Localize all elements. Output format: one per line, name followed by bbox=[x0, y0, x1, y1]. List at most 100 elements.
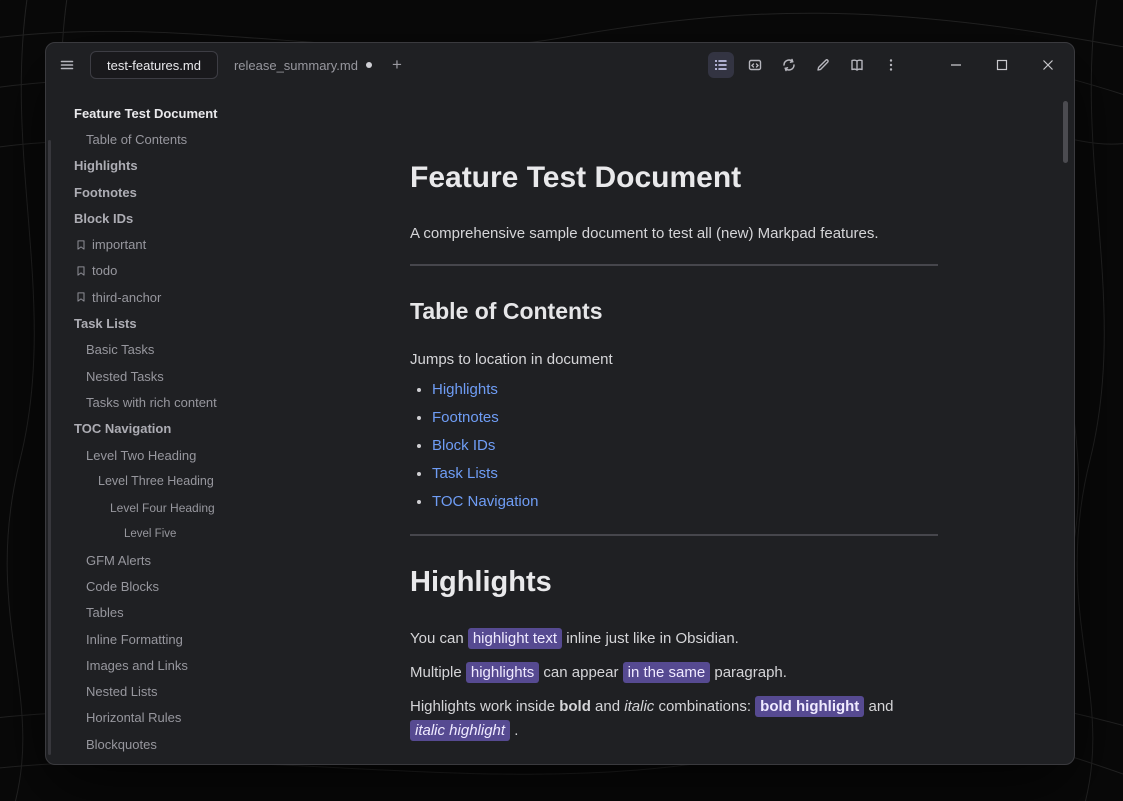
toc-heading: Table of Contents bbox=[410, 298, 938, 325]
toolbar bbox=[708, 52, 904, 78]
toc-link[interactable]: Task Lists bbox=[432, 465, 498, 482]
outline-item[interactable]: Basic Tasks bbox=[72, 337, 376, 363]
maximize-button[interactable] bbox=[986, 51, 1018, 79]
outline-item[interactable]: todo bbox=[72, 258, 376, 284]
outline-item[interactable]: third-anchor bbox=[72, 284, 376, 310]
edit-pen-icon[interactable] bbox=[810, 52, 836, 78]
outline-item[interactable]: Tasks with rich content bbox=[72, 389, 376, 415]
toc-link[interactable]: Footnotes bbox=[432, 409, 499, 426]
bookmark-icon bbox=[75, 239, 87, 251]
text-span: and bbox=[591, 698, 624, 715]
more-menu-icon[interactable] bbox=[878, 52, 904, 78]
code-block-icon[interactable] bbox=[742, 52, 768, 78]
toc-list: Highlights Footnotes Block IDs Task Lists TO… bbox=[410, 380, 938, 512]
outline-item[interactable]: Tables bbox=[72, 600, 376, 626]
sidebar-scrollbar[interactable] bbox=[48, 140, 51, 755]
titlebar: test-features.md release_summary.md + bbox=[46, 43, 1074, 87]
outline-item[interactable]: Feature Test Document bbox=[72, 100, 376, 126]
outline-item[interactable]: GFM Alerts bbox=[72, 547, 376, 573]
outline-item-label: Blockquotes bbox=[86, 737, 157, 752]
window-controls bbox=[926, 51, 1064, 79]
intro-paragraph: A comprehensive sample document to test … bbox=[410, 225, 938, 242]
outline-item[interactable]: important bbox=[72, 231, 376, 257]
menu-hamburger-icon[interactable] bbox=[54, 52, 80, 78]
highlight-span: bold highlight bbox=[755, 696, 864, 717]
outline-item[interactable]: Block IDs bbox=[72, 205, 376, 231]
outline-item-label: Nested Tasks bbox=[86, 369, 164, 384]
outline-item-label: Level Two Heading bbox=[86, 448, 196, 463]
outline-item-label: Nested Lists bbox=[86, 684, 158, 699]
highlight-span: in the same bbox=[623, 662, 711, 683]
outline-item[interactable]: Level Five bbox=[72, 521, 376, 547]
outline-item[interactable]: Nested Tasks bbox=[72, 363, 376, 389]
bookmark-icon bbox=[75, 265, 87, 277]
outline-item-label: Tasks with rich content bbox=[86, 395, 217, 410]
outline-item-label: TOC Navigation bbox=[74, 421, 171, 436]
outline-item[interactable]: TOC Navigation bbox=[72, 416, 376, 442]
text-span: Multiple bbox=[410, 664, 466, 681]
highlight-paragraphs: You can highlight text inline just like … bbox=[410, 627, 938, 743]
outline-item[interactable]: Code Blocks bbox=[72, 573, 376, 599]
outline-item-label: Horizontal Rules bbox=[86, 710, 181, 725]
toc-link[interactable]: Block IDs bbox=[432, 437, 495, 454]
outline-item-label: Tables bbox=[86, 605, 124, 620]
text-span: can appear bbox=[539, 664, 622, 681]
close-button[interactable] bbox=[1032, 51, 1064, 79]
tab-label: test-features.md bbox=[107, 58, 201, 73]
highlight-span: highlights bbox=[466, 662, 539, 683]
new-tab-button[interactable]: + bbox=[384, 52, 410, 78]
editor-scrollbar[interactable] bbox=[1063, 101, 1068, 163]
app-window: test-features.md release_summary.md + bbox=[45, 42, 1075, 765]
paragraph: You can highlight text inline just like … bbox=[410, 627, 938, 651]
toc-list-item: Task Lists bbox=[432, 464, 938, 484]
text-span: Highlights work inside bbox=[410, 698, 559, 715]
outline-item[interactable]: Level Three Heading bbox=[72, 468, 376, 494]
text-span: inline just like in Obsidian. bbox=[562, 630, 739, 647]
toc-link[interactable]: TOC Navigation bbox=[432, 493, 538, 510]
outline-item-label: Level Three Heading bbox=[98, 474, 214, 488]
highlight-span: highlight text bbox=[468, 628, 562, 649]
outline-item-label: Task Lists bbox=[74, 316, 137, 331]
outline-item[interactable]: Level Two Heading bbox=[72, 442, 376, 468]
tab-active[interactable]: test-features.md bbox=[90, 51, 218, 79]
outline-item-label: Inline Formatting bbox=[86, 632, 183, 647]
outline-panel-icon[interactable] bbox=[708, 52, 734, 78]
outline-item[interactable]: Horizontal Rules bbox=[72, 705, 376, 731]
outline-item[interactable]: Inline Formatting bbox=[72, 626, 376, 652]
toc-link[interactable]: Highlights bbox=[432, 381, 498, 398]
editor-pane[interactable]: Feature Test Document A comprehensive sa… bbox=[376, 87, 1074, 764]
outline-item[interactable]: Blockquotes bbox=[72, 731, 376, 757]
desktop: { "colors": { "window_bg": "#1f2023", "h… bbox=[0, 0, 1123, 801]
outline-item[interactable]: Level Four Heading bbox=[72, 494, 376, 520]
paragraph: Highlights work inside bold and italic c… bbox=[410, 695, 938, 743]
outline-item-label: third-anchor bbox=[92, 290, 161, 305]
text-span: italic bbox=[624, 698, 654, 715]
outline-item[interactable]: Table of Contents bbox=[72, 126, 376, 152]
highlights-heading: Highlights bbox=[410, 566, 938, 599]
outline-item-label: todo bbox=[92, 263, 117, 278]
sync-icon[interactable] bbox=[776, 52, 802, 78]
outline-item-label: Highlights bbox=[74, 158, 138, 173]
text-span: bold bbox=[559, 698, 591, 715]
document: Feature Test Document A comprehensive sa… bbox=[376, 87, 938, 743]
outline-item[interactable]: Nested Lists bbox=[72, 679, 376, 705]
reader-book-icon[interactable] bbox=[844, 52, 870, 78]
outline-item-label: Level Four Heading bbox=[110, 501, 215, 515]
tab-label: release_summary.md bbox=[234, 58, 358, 73]
outline-item-label: Level Five bbox=[124, 528, 176, 540]
outline-item-label: important bbox=[92, 237, 146, 252]
minimize-button[interactable] bbox=[940, 51, 972, 79]
outline-item[interactable]: Task Lists bbox=[72, 310, 376, 336]
outline-item[interactable]: Highlights bbox=[72, 153, 376, 179]
toc-subtitle: Jumps to location in document bbox=[410, 351, 938, 368]
document-title: Feature Test Document bbox=[410, 161, 938, 195]
tab-inactive[interactable]: release_summary.md bbox=[218, 51, 382, 79]
unsaved-dot bbox=[366, 62, 372, 68]
toc-list-item: TOC Navigation bbox=[432, 492, 938, 512]
text-span: combinations: bbox=[654, 698, 755, 715]
outline-item[interactable]: Images and Links bbox=[72, 652, 376, 678]
app-body: Feature Test DocumentTable of ContentsHi… bbox=[46, 87, 1074, 764]
outline-item-label: Code Blocks bbox=[86, 579, 159, 594]
highlight-span: italic highlight bbox=[410, 720, 510, 741]
outline-item[interactable]: Footnotes bbox=[72, 179, 376, 205]
